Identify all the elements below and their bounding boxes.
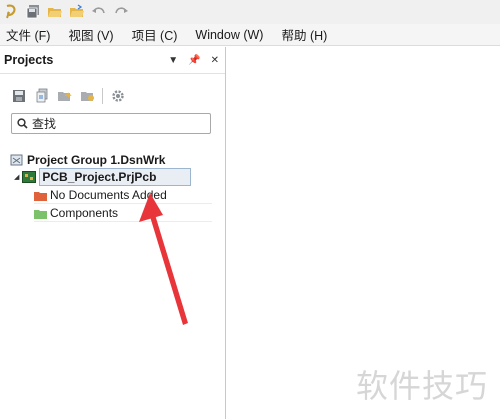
arrow-head (139, 193, 163, 222)
watermark-text: 软件技巧 (356, 367, 489, 405)
arrow-shaft (148, 208, 188, 325)
annotation-arrow (139, 193, 188, 325)
